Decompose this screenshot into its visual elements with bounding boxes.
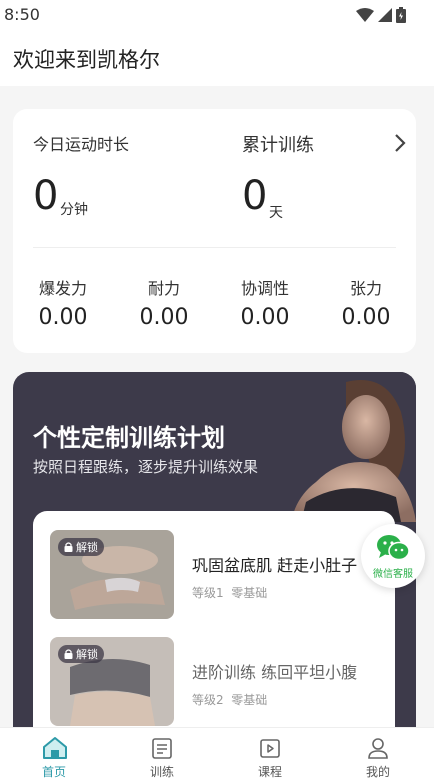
page-title: 欢迎来到凯格尔	[13, 48, 160, 72]
plan-thumbnail: 解锁	[50, 637, 174, 726]
today-duration-label: 今日运动时长	[33, 135, 130, 154]
plan-item-level: 等级2 零基础	[192, 691, 267, 708]
stats-card: 今日运动时长 0 分钟 累计训练 0 天 爆发力 0.00 耐力 0.00 协调…	[13, 109, 416, 353]
metric-label: 爆发力	[38, 279, 87, 298]
lock-icon	[64, 649, 73, 659]
plan-subtitle: 按照日程跟练，逐步提升训练效果	[33, 458, 259, 476]
wechat-service-button[interactable]: 微信客服	[361, 524, 425, 588]
wechat-service-label: 微信客服	[373, 569, 413, 580]
signal-icon	[378, 8, 392, 22]
tab-home[interactable]: 首页	[0, 728, 108, 779]
home-icon	[43, 737, 67, 759]
total-training-value: 0	[242, 173, 268, 219]
plan-title: 个性定制训练计划	[33, 424, 225, 452]
plan-item-name: 巩固盆底肌 赶走小肚子	[192, 556, 358, 575]
plan-thumbnail: 解锁	[50, 530, 174, 619]
metric-value: 0.00	[341, 305, 391, 330]
status-bar: 8:50	[0, 0, 434, 30]
plan-item-name: 进阶训练 练回平坦小腹	[192, 663, 358, 682]
tab-label: 训练	[149, 765, 174, 779]
wechat-icon	[377, 535, 410, 561]
app-header: 欢迎来到凯格尔	[0, 30, 434, 86]
lock-icon	[64, 542, 73, 552]
today-duration-value: 0	[33, 173, 59, 219]
metric-coordination: 协调性 0.00	[215, 275, 315, 330]
video-course-icon	[260, 739, 280, 758]
lock-badge: 解锁	[58, 538, 104, 556]
total-training-unit: 天	[269, 205, 283, 221]
metric-value: 0.00	[240, 305, 290, 330]
metric-label: 张力	[349, 279, 382, 298]
plan-item[interactable]: 解锁 巩固盆底肌 赶走小肚子 等级1 零基础	[33, 530, 395, 622]
battery-icon	[396, 7, 406, 23]
lock-badge-label: 解锁	[76, 541, 98, 554]
bottom-tabbar: 首页 训练 课程 我的	[0, 727, 434, 779]
status-time: 8:50	[4, 5, 40, 24]
divider	[33, 247, 396, 248]
plan-card[interactable]: 个性定制训练计划 按照日程跟练，逐步提升训练效果 解锁 巩固盆底肌 赶走小肚子 …	[13, 372, 416, 779]
metric-value: 0.00	[38, 305, 88, 330]
today-duration-unit: 分钟	[60, 202, 88, 218]
plan-level-text: 等级1	[192, 586, 224, 600]
plan-level-tag: 零基础	[231, 693, 268, 707]
tab-profile[interactable]: 我的	[324, 728, 432, 779]
plan-item-level: 等级1 零基础	[192, 584, 267, 601]
tab-label: 首页	[41, 765, 66, 779]
metric-endurance: 耐力 0.00	[114, 275, 214, 330]
profile-icon	[368, 738, 388, 759]
tab-label: 我的	[365, 765, 390, 779]
tab-training[interactable]: 训练	[108, 728, 216, 779]
total-training-label: 累计训练	[242, 135, 314, 156]
lock-badge: 解锁	[58, 645, 104, 663]
model-photo	[196, 372, 416, 522]
metric-value: 0.00	[139, 305, 189, 330]
plan-level-text: 等级2	[192, 693, 224, 707]
chevron-right-icon	[395, 134, 406, 152]
metric-label: 协调性	[240, 279, 289, 298]
tab-course[interactable]: 课程	[216, 728, 324, 779]
metric-label: 耐力	[147, 279, 180, 298]
tab-label: 课程	[257, 765, 282, 779]
status-icons	[356, 7, 406, 23]
metric-explosive: 爆发力 0.00	[13, 275, 113, 330]
plan-level-tag: 零基础	[231, 586, 268, 600]
training-list-icon	[152, 738, 172, 759]
total-training-link[interactable]: 累计训练 0 天	[233, 119, 416, 229]
lock-badge-label: 解锁	[76, 648, 98, 661]
metric-tension: 张力 0.00	[316, 275, 416, 330]
wifi-icon	[356, 8, 374, 22]
plan-item[interactable]: 解锁 进阶训练 练回平坦小腹 等级2 零基础	[33, 637, 395, 729]
